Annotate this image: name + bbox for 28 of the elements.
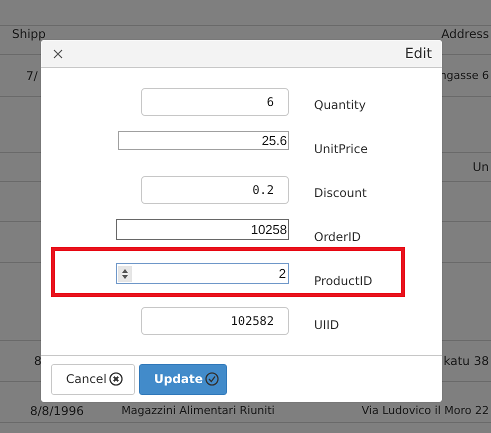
field-label: UIID <box>314 318 340 332</box>
field-label: ProductID <box>314 274 372 288</box>
table-cell: 7/ <box>26 68 38 82</box>
table-cell: 8/8/1996 <box>30 404 84 418</box>
table-cell: Via Ludovico il Moro 22 <box>362 404 489 418</box>
cancel-button[interactable]: Cancel <box>51 364 135 394</box>
field-label: UnitPrice <box>314 142 368 156</box>
number-field[interactable]: 2 <box>116 263 289 284</box>
dialog-title: Edit <box>404 46 432 62</box>
field-label: OrderID <box>314 230 361 244</box>
column-header: Shipp <box>12 27 46 41</box>
input-field[interactable]: 10258 <box>116 219 289 240</box>
check-circle-icon <box>204 372 219 386</box>
field-label: Discount <box>314 186 367 200</box>
x-circle-icon <box>108 372 123 386</box>
close-button[interactable] <box>53 48 63 58</box>
table-cell: Magazzini Alimentari Riuniti <box>121 404 275 418</box>
input-field[interactable]: 0.2 <box>141 176 289 204</box>
column-header: Address <box>441 27 489 41</box>
table-cell: 8 <box>34 354 42 368</box>
update-button[interactable]: Update <box>139 364 227 394</box>
table-cell: katu 38 <box>444 354 489 368</box>
column-header: Un <box>472 160 489 174</box>
input-field[interactable]: 25.6 <box>118 131 289 150</box>
input-field[interactable]: 6 <box>141 88 289 116</box>
spinner-icon[interactable] <box>118 266 132 282</box>
input-field[interactable]: 102582 <box>141 307 289 335</box>
field-label: Quantity <box>314 98 366 112</box>
